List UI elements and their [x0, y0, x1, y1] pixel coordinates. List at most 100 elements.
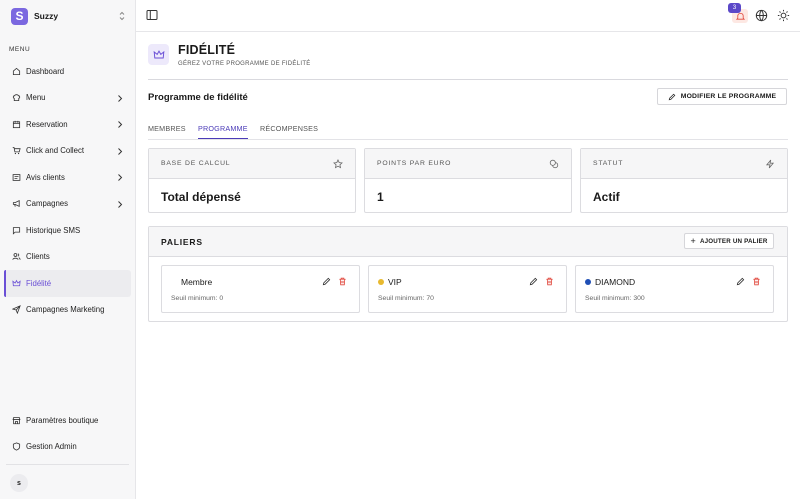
trash-icon[interactable]	[545, 277, 554, 286]
sidebar-item-parametres-boutique[interactable]: Paramètres boutique	[4, 407, 131, 434]
sidebar-item-fidelite[interactable]: Fidélité	[4, 270, 131, 297]
tab-programme[interactable]: PROGRAMME	[198, 124, 248, 139]
tier-color-dot	[378, 279, 384, 285]
tier-minimum: Seuil minimum: 0	[171, 295, 224, 302]
tier-card-diamond: DIAMOND Seuil minimum: 300	[575, 265, 774, 313]
pencil-icon	[668, 93, 676, 100]
calendar-icon	[12, 120, 21, 128]
sidebar-item-gestion-admin[interactable]: Gestion Admin	[4, 434, 131, 461]
tier-color-dot	[585, 279, 591, 285]
tier-card-vip: VIP Seuil minimum: 70	[368, 265, 567, 313]
shield-icon	[12, 442, 21, 451]
stat-card-base-calcul: BASE DE CALCUL Total dépensé	[148, 148, 356, 213]
notification-count-badge: 3	[728, 3, 741, 13]
tab-bar: MEMBRES PROGRAMME RÉCOMPENSES	[148, 124, 788, 140]
sidebar-item-campagnes[interactable]: Campagnes	[4, 191, 131, 218]
tier-name: VIP	[388, 277, 402, 287]
chevron-right-icon	[118, 147, 123, 155]
store-icon	[12, 416, 21, 424]
page-icon	[148, 44, 169, 65]
stat-card-value: 1	[377, 190, 384, 204]
sidebar-item-label: Paramètres boutique	[26, 415, 99, 425]
brand-logo: S	[11, 7, 28, 25]
sidebar: S Suzzy MENU Dashboard Menu Reservation …	[0, 0, 136, 499]
star-icon	[333, 159, 343, 169]
coins-icon	[549, 159, 559, 169]
users-icon	[12, 253, 21, 261]
menu-section-title: MENU	[9, 46, 31, 53]
sidebar-item-avis-clients[interactable]: Avis clients	[4, 164, 131, 191]
trash-icon[interactable]	[338, 277, 347, 286]
sidebar-item-label: Menu	[26, 93, 46, 103]
page-subtitle: GÉREZ VOTRE PROGRAMME DE FIDÉLITÉ	[178, 61, 311, 67]
sidebar-item-label: Avis clients	[26, 172, 65, 182]
pencil-icon[interactable]	[322, 277, 331, 286]
sidebar-item-menu[interactable]: Menu	[4, 85, 131, 112]
chevron-right-icon	[118, 94, 123, 102]
add-tier-label: AJOUTER UN PALIER	[699, 237, 768, 245]
tab-membres[interactable]: MEMBRES	[148, 124, 186, 139]
brand-switcher[interactable]: S Suzzy	[11, 6, 127, 26]
pencil-icon[interactable]	[736, 277, 745, 286]
chevron-right-icon	[118, 174, 123, 181]
tier-card-membre: Membre Seuil minimum: 0	[161, 265, 360, 313]
stat-card-label: POINTS PAR EURO	[377, 160, 452, 167]
tiers-header: PALIERS + AJOUTER UN PALIER	[149, 227, 787, 257]
tiers-title: PALIERS	[161, 237, 203, 247]
stat-card-value: Total dépensé	[161, 190, 241, 204]
tier-name: Membre	[181, 277, 213, 287]
sidebar-divider	[6, 464, 129, 465]
chevron-right-icon	[118, 121, 123, 128]
sidebar-toggle-icon[interactable]	[146, 9, 158, 21]
tier-name: DIAMOND	[595, 277, 636, 287]
sidebar-item-label: Campagnes Marketing	[26, 305, 105, 315]
send-icon	[12, 305, 21, 315]
stat-card-header: STATUT	[581, 149, 787, 179]
stat-card-points-euro: POINTS PAR EURO 1	[364, 148, 572, 213]
message-icon	[12, 226, 21, 235]
crown-icon	[12, 279, 21, 286]
sun-icon[interactable]	[777, 9, 790, 22]
tab-recompenses[interactable]: RÉCOMPENSES	[260, 124, 318, 139]
stat-card-value: Actif	[593, 190, 620, 204]
sidebar-item-label: Clients	[26, 252, 50, 262]
sidebar-item-clients[interactable]: Clients	[4, 244, 131, 271]
stat-card-label: STATUT	[593, 160, 624, 167]
pencil-icon[interactable]	[529, 277, 538, 286]
sidebar-item-label: Fidélité	[26, 278, 52, 288]
stat-card-header: POINTS PAR EURO	[365, 149, 571, 179]
sidebar-item-label: Campagnes	[26, 199, 69, 209]
tiers-panel: PALIERS + AJOUTER UN PALIER Membre Seuil…	[148, 226, 788, 322]
sidebar-bottom-nav: Paramètres boutique Gestion Admin	[4, 407, 131, 460]
add-tier-button[interactable]: + AJOUTER UN PALIER	[684, 233, 774, 249]
sidebar-item-campagnes-marketing[interactable]: Campagnes Marketing	[4, 297, 131, 324]
plus-icon: +	[690, 236, 696, 246]
sidebar-item-dashboard[interactable]: Dashboard	[4, 58, 131, 85]
sidebar-nav: Dashboard Menu Reservation Click and Col…	[4, 58, 131, 323]
sidebar-item-label: Reservation	[26, 119, 68, 129]
stat-card-label: BASE DE CALCUL	[161, 160, 231, 167]
modify-program-button[interactable]: MODIFIER LE PROGRAMME	[657, 88, 787, 105]
megaphone-icon	[12, 200, 20, 208]
chevrons-up-down-icon	[119, 11, 125, 21]
modify-program-label: MODIFIER LE PROGRAMME	[680, 93, 777, 100]
brand-name: Suzzy	[34, 11, 59, 21]
sidebar-item-label: Historique SMS	[26, 225, 81, 235]
stat-card-header: BASE DE CALCUL	[149, 149, 355, 179]
reviews-icon	[12, 173, 21, 181]
chevron-right-icon	[118, 200, 123, 208]
tier-color-dot	[171, 279, 177, 285]
topbar: 3	[136, 0, 800, 32]
stat-card-statut: STATUT Actif	[580, 148, 788, 213]
chef-hat-icon	[12, 94, 21, 102]
trash-icon[interactable]	[752, 277, 761, 286]
globe-icon[interactable]	[755, 9, 768, 22]
avatar[interactable]: s	[10, 474, 28, 492]
page-title: FIDÉLITÉ	[178, 43, 236, 57]
sidebar-item-label: Dashboard	[26, 66, 65, 76]
sidebar-item-click-and-collect[interactable]: Click and Collect	[4, 138, 131, 165]
header-divider	[148, 79, 788, 80]
home-icon	[12, 67, 21, 75]
sidebar-item-historique-sms[interactable]: Historique SMS	[4, 217, 131, 244]
sidebar-item-reservation[interactable]: Reservation	[4, 111, 131, 138]
